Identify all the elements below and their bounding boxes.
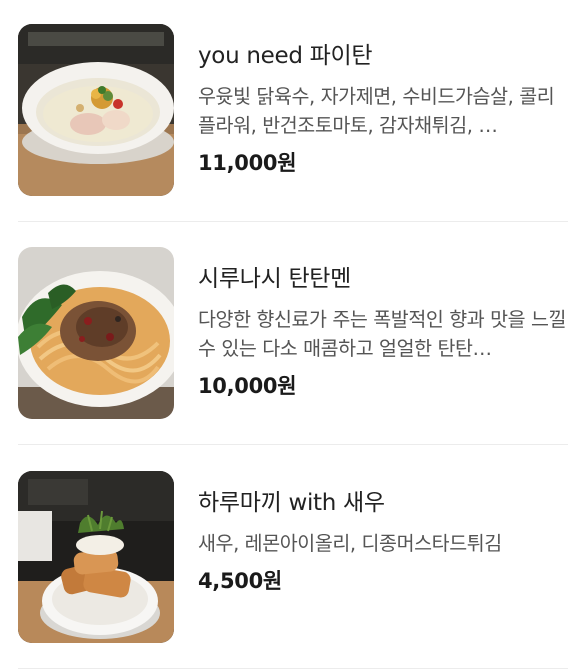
menu-item-price: 4,500원	[198, 569, 282, 593]
paitan-ramen-photo-icon	[18, 24, 174, 196]
menu-item-name: you need 파이탄	[198, 43, 373, 69]
menu-item-info: 시루나시 탄탄멘 다양한 향신료가 주는 폭발적인 향과 맛을 느낄 수 있는 …	[198, 247, 568, 401]
menu-item-price: 11,000원	[198, 151, 297, 175]
menu-item-name: 하루마끼 with 새우	[198, 490, 385, 516]
menu-item[interactable]: 하루마끼 with 새우 새우, 레몬아이올리, 디종머스타드튀김 4,500원	[18, 471, 568, 643]
menu-item-description: 우윳빛 닭육수, 자가제면, 수비드가슴살, 콜리플라워, 반건조토마토, 감자…	[198, 85, 555, 137]
menu-item-description: 새우, 레몬아이올리, 디종머스타드튀김	[198, 532, 502, 555]
menu-item-description: 다양한 향신료가 주는 폭발적인 향과 맛을 느낄 수 있는 다소 매콤하고 얼…	[198, 308, 567, 360]
menu-item-name: 시루나시 탄탄멘	[198, 266, 352, 292]
menu-item-info: you need 파이탄 우윳빛 닭육수, 자가제면, 수비드가슴살, 콜리플라…	[198, 24, 568, 178]
divider	[18, 444, 568, 445]
menu-item-price: 10,000원	[198, 374, 297, 398]
menu-item[interactable]: 시루나시 탄탄멘 다양한 향신료가 주는 폭발적인 향과 맛을 느낄 수 있는 …	[18, 247, 568, 419]
tantanmen-photo-icon	[18, 247, 174, 419]
divider	[18, 668, 568, 669]
menu-item[interactable]: you need 파이탄 우윳빛 닭육수, 자가제면, 수비드가슴살, 콜리플라…	[18, 24, 568, 196]
menu-list: you need 파이탄 우윳빛 닭육수, 자가제면, 수비드가슴살, 콜리플라…	[0, 0, 580, 672]
divider	[18, 221, 568, 222]
menu-item-info: 하루마끼 with 새우 새우, 레몬아이올리, 디종머스타드튀김 4,500원	[198, 471, 568, 596]
harumaki-shrimp-photo-icon	[18, 471, 174, 643]
